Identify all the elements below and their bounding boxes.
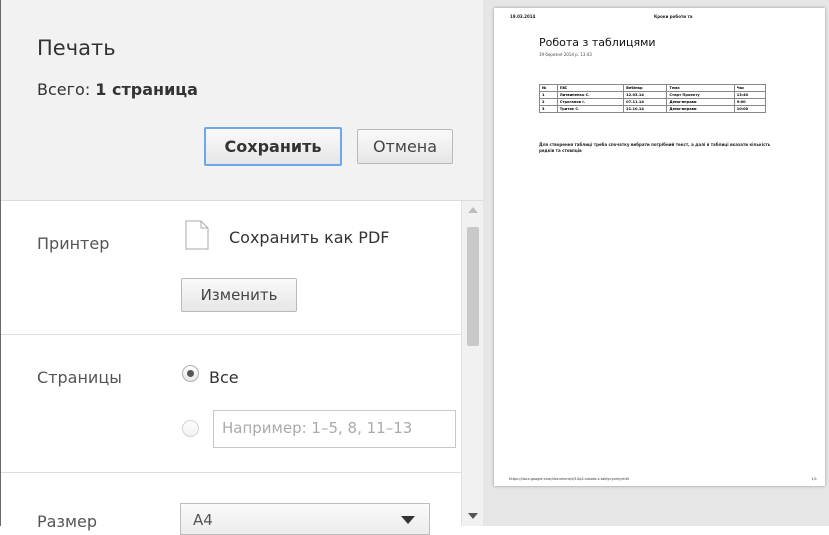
table-row: 2 Строганов І. 07.11.14 Демо-вправи 9:00 — [539, 98, 767, 106]
table-cell: 2 — [539, 98, 558, 106]
table-cell: Литвиненко С. — [556, 91, 625, 99]
cancel-button[interactable]: Отмена — [357, 129, 453, 164]
scrollbar-thumb[interactable] — [467, 227, 479, 346]
section-divider — [1, 334, 461, 335]
document-icon — [185, 220, 209, 250]
table-cell: 07.11.14 — [623, 98, 668, 106]
table-cell: 21.10.14 — [623, 105, 668, 113]
table-cell: 1 — [539, 91, 558, 99]
page-count: Всего: 1 страница — [37, 80, 198, 99]
table-row: 1 Литвиненко С. 12.03.14 Старт Проекту 1… — [539, 91, 767, 99]
page-preview: 19.03.2014 Кроки роботи та Робота з табл… — [494, 8, 825, 486]
table-cell: Демо-вправи — [666, 105, 735, 113]
preview-doc-date: 19 березня 2014 р. 13:43 — [539, 52, 592, 57]
preview-footer: https://docs.google.com/document/d/1Xq2-… — [509, 477, 630, 481]
table-cell: Демо-вправи — [666, 98, 735, 106]
table-header-cell: ПІБ — [556, 84, 625, 92]
pages-range-radio[interactable] — [182, 420, 199, 437]
table-header-cell: Час — [733, 84, 767, 92]
page-count-prefix: Всего: — [37, 80, 96, 99]
table-cell: 10:00 — [733, 105, 767, 113]
paper-size-value: A4 — [193, 511, 213, 529]
table-cell: 13:40 — [733, 91, 767, 99]
printer-label: Принтер — [37, 234, 110, 253]
section-divider — [1, 472, 461, 473]
settings-scrollbar[interactable] — [461, 201, 484, 526]
dialog-title: Печать — [37, 36, 116, 60]
settings-panel: Печать Всего: 1 страница Сохранить Отмен… — [0, 0, 484, 535]
table-header-row: № ПІБ Вебінар Тема Час — [539, 84, 767, 92]
preview-note: Для створення таблиці треба спочатку виб… — [539, 142, 771, 153]
print-dialog: Печать Всего: 1 страница Сохранить Отмен… — [0, 0, 829, 535]
table-cell: 3 — [539, 105, 558, 113]
preview-page-number: 1/1 — [811, 477, 817, 481]
chevron-down-icon — [401, 516, 415, 524]
pages-all-radio[interactable] — [182, 365, 199, 382]
table-cell: Строганов І. — [556, 98, 625, 106]
save-button[interactable]: Сохранить — [204, 127, 342, 166]
scroll-up-arrow-icon[interactable] — [468, 207, 478, 213]
preview-doc-title: Робота з таблицями — [539, 36, 656, 49]
printer-name: Сохранить как PDF — [229, 228, 390, 247]
pages-all-label: Все — [209, 368, 239, 387]
table-cell: Старт Проекту — [666, 91, 735, 99]
paper-size-select[interactable]: A4 — [180, 503, 430, 535]
table-cell: 12.03.14 — [623, 91, 668, 99]
scroll-down-arrow-icon[interactable] — [468, 513, 478, 519]
table-row: 3 Тритяк С. 21.10.14 Демо-вправи 10:00 — [539, 105, 767, 113]
pages-label: Страницы — [37, 368, 122, 387]
table-cell: Тритяк С. — [556, 105, 625, 113]
preview-header-center: Кроки роботи та — [654, 14, 693, 19]
table-header-cell: Вебінар — [623, 84, 668, 92]
table-cell: 9:00 — [733, 98, 767, 106]
preview-header-left: 19.03.2014 — [510, 14, 536, 19]
pages-range-input[interactable]: Например: 1–5, 8, 11–13 — [213, 410, 456, 448]
size-label: Размер — [37, 512, 98, 531]
table-header-cell: № — [539, 84, 558, 92]
change-printer-button[interactable]: Изменить — [181, 278, 297, 312]
page-count-value: 1 страница — [95, 80, 198, 99]
print-header: Печать Всего: 1 страница Сохранить Отмен… — [1, 0, 484, 201]
table-header-cell: Тема — [666, 84, 735, 92]
preview-table: № ПІБ Вебінар Тема Час 1 Литвиненко С. 1… — [539, 84, 767, 113]
